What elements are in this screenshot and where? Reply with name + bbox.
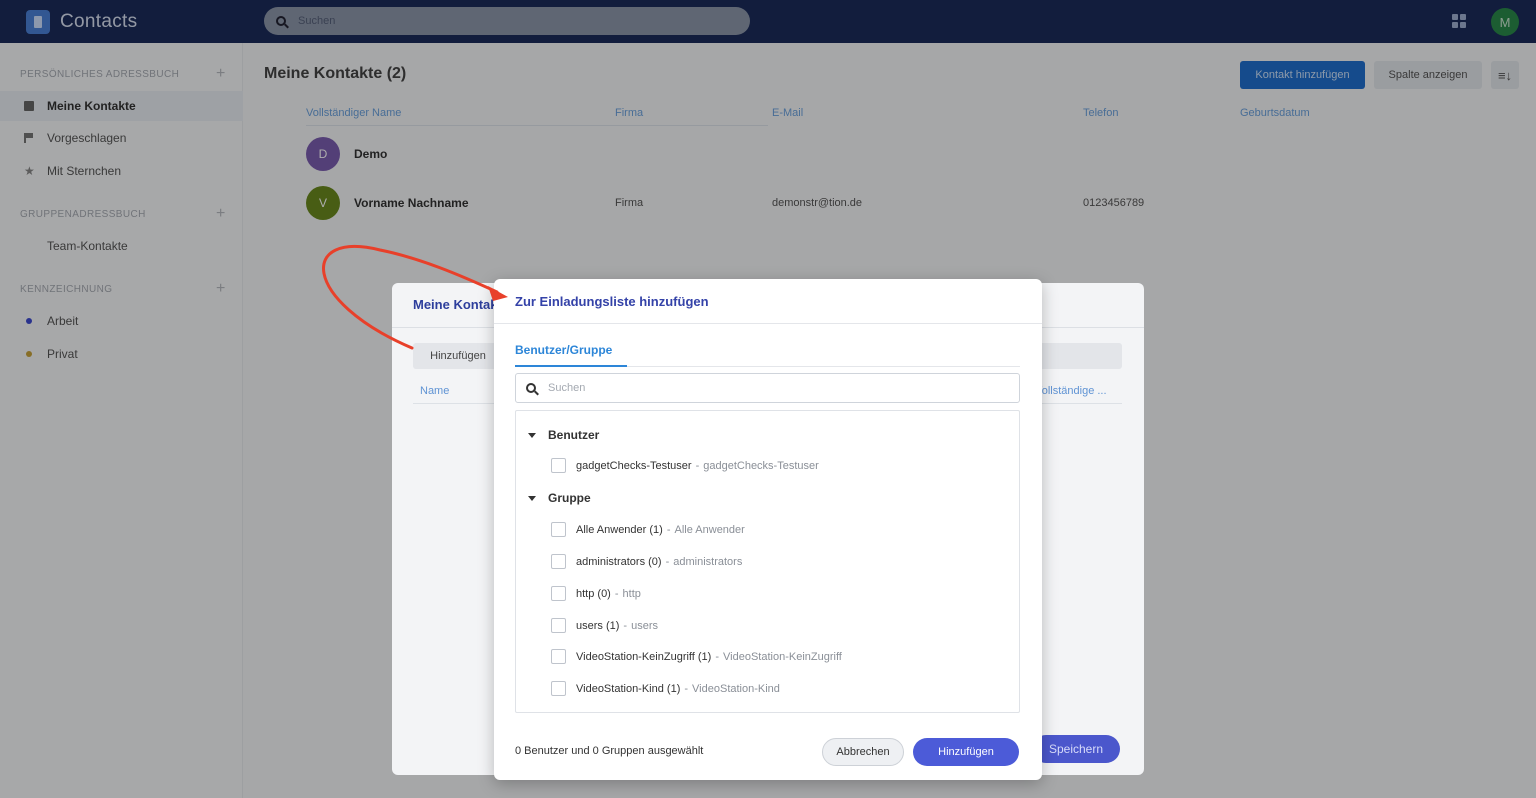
checkbox[interactable] <box>551 649 566 664</box>
checkbox[interactable] <box>551 554 566 569</box>
option-description: gadgetChecks-Testuser <box>703 459 819 472</box>
checkbox[interactable] <box>551 458 566 473</box>
option-description: VideoStation-Kind <box>692 682 780 695</box>
list-item[interactable]: VideoStation-Kind (1) - VideoStation-Kin… <box>551 681 780 696</box>
group-header-gruppe[interactable]: Gruppe <box>528 491 591 505</box>
group-header-label: Benutzer <box>548 428 600 442</box>
option-separator: - <box>623 619 628 632</box>
option-name: administrators (0) <box>576 555 662 568</box>
option-separator: - <box>665 555 670 568</box>
option-name: VideoStation-KeinZugriff (1) <box>576 650 712 663</box>
caret-down-icon[interactable] <box>528 432 536 438</box>
checkbox[interactable] <box>551 618 566 633</box>
caret-down-icon[interactable] <box>528 495 536 501</box>
group-header-label: Gruppe <box>548 491 591 505</box>
invite-list-dialog: Zur Einladungsliste hinzufügen Benutzer/… <box>494 279 1042 780</box>
save-button[interactable]: Speichern <box>1032 735 1120 763</box>
column-header-name[interactable]: Name <box>420 385 449 397</box>
option-separator: - <box>666 523 671 536</box>
option-separator: - <box>695 459 700 472</box>
list-item[interactable]: Alle Anwender (1) - Alle Anwender <box>551 522 745 537</box>
dialog-search[interactable] <box>515 373 1020 403</box>
option-description: users <box>631 619 658 632</box>
checkbox[interactable] <box>551 586 566 601</box>
list-item[interactable]: http (0) - http <box>551 586 641 601</box>
option-name: http (0) <box>576 587 611 600</box>
active-tab-indicator <box>515 365 627 367</box>
group-header-benutzer[interactable]: Benutzer <box>528 428 599 442</box>
option-description: http <box>622 587 641 600</box>
search-icon <box>526 383 536 393</box>
option-name: users (1) <box>576 619 620 632</box>
dialog-search-field[interactable] <box>1032 343 1122 369</box>
option-name: Alle Anwender (1) <box>576 523 663 536</box>
column-header-full-name[interactable]: Vollständige ... <box>1035 385 1107 397</box>
option-name: gadgetChecks-Testuser <box>576 459 692 472</box>
divider <box>494 323 1042 324</box>
list-item[interactable]: gadgetChecks-Testuser - gadgetChecks-Tes… <box>551 458 819 473</box>
option-separator: - <box>684 682 689 695</box>
option-description: administrators <box>673 555 743 568</box>
list-item[interactable]: administrators (0) - administrators <box>551 554 742 569</box>
user-group-list[interactable]: Benutzer gadgetChecks-Testuser - gadgetC… <box>515 410 1020 713</box>
dialog-search-input[interactable] <box>548 382 988 394</box>
cancel-button[interactable]: Abbrechen <box>822 738 904 766</box>
option-name: VideoStation-Kind (1) <box>576 682 681 695</box>
selection-status: 0 Benutzer und 0 Gruppen ausgewählt <box>515 745 704 757</box>
checkbox[interactable] <box>551 681 566 696</box>
hinzufuegen-button[interactable]: Hinzufügen <box>413 343 503 369</box>
option-description: Alle Anwender <box>674 523 745 536</box>
list-item[interactable]: users (1) - users <box>551 618 658 633</box>
option-separator: - <box>715 650 720 663</box>
option-description: VideoStation-KeinZugriff <box>723 650 842 663</box>
dialog-title: Zur Einladungsliste hinzufügen <box>515 294 709 309</box>
add-button[interactable]: Hinzufügen <box>913 738 1019 766</box>
checkbox[interactable] <box>551 522 566 537</box>
tab-user-group[interactable]: Benutzer/Gruppe <box>515 343 612 357</box>
list-item[interactable]: VideoStation-KeinZugriff (1) - VideoStat… <box>551 649 842 664</box>
option-separator: - <box>614 587 619 600</box>
